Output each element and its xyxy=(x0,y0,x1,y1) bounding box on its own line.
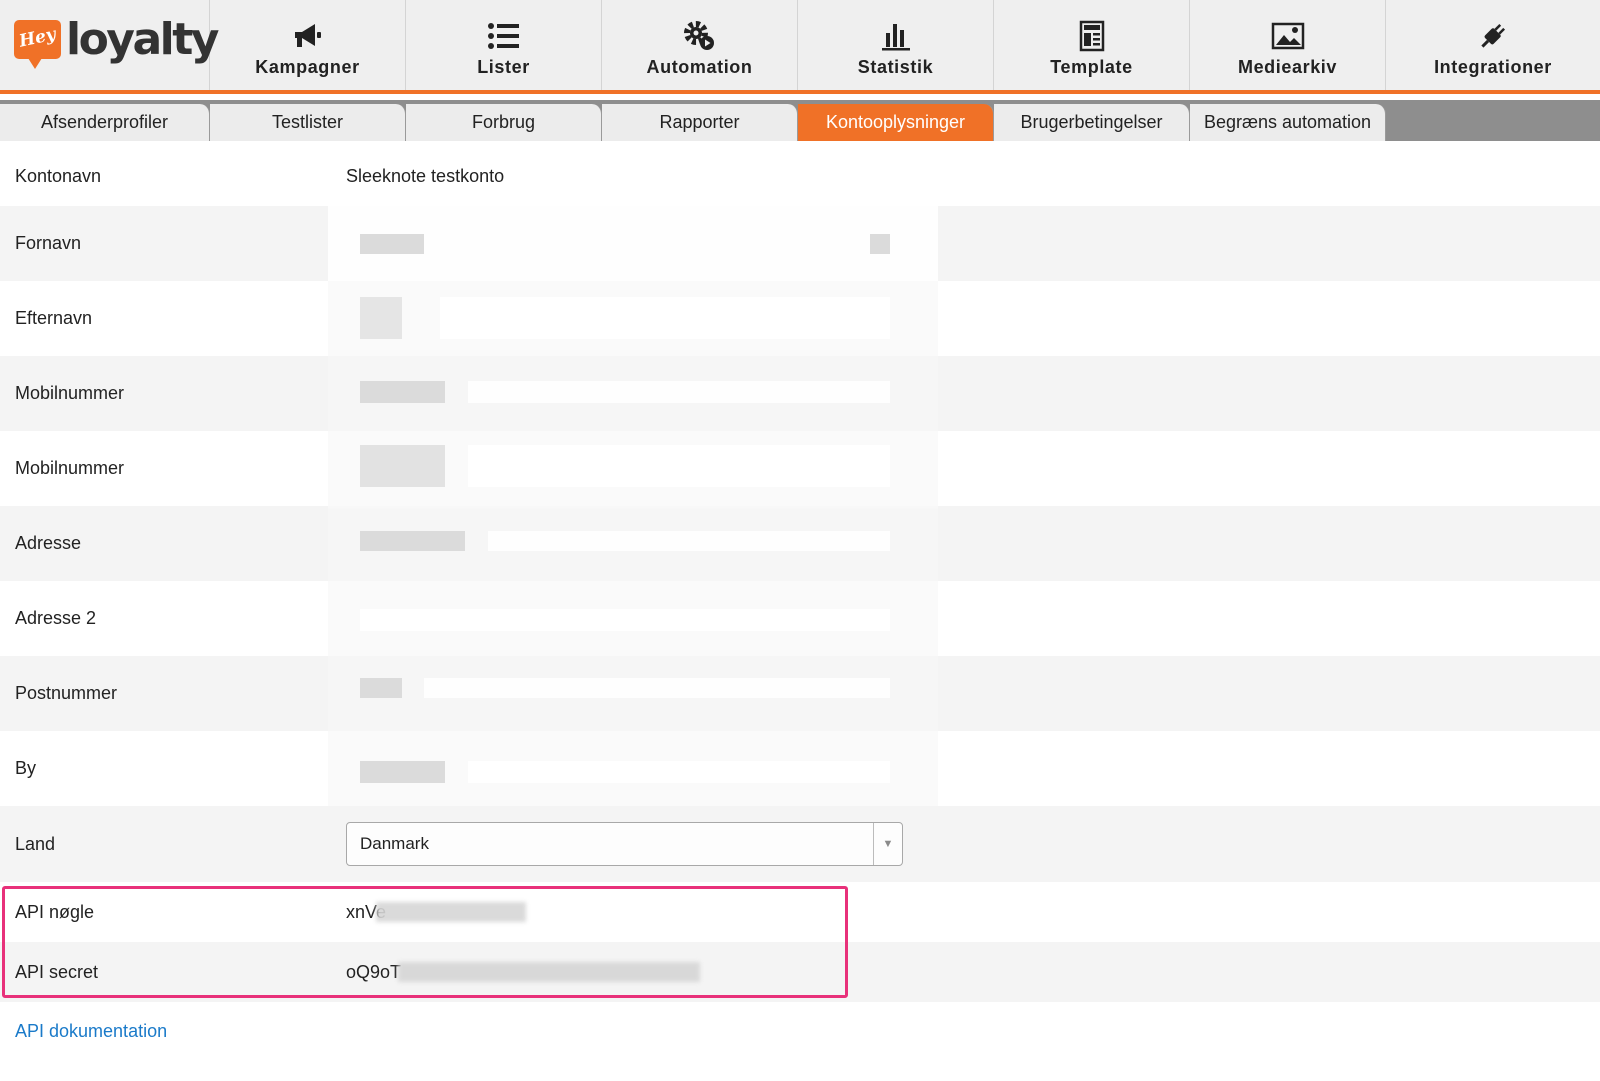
tab-kontooplysninger[interactable]: Kontooplysninger xyxy=(798,104,994,141)
mobilnummer-label: Mobilnummer xyxy=(15,383,125,403)
row-postnummer: Postnummer xyxy=(0,656,1600,731)
row-adresse-2: Adresse 2 xyxy=(0,581,1600,656)
tab-brugerbetingelser[interactable]: Brugerbetingelser xyxy=(994,104,1190,141)
mobilnummer-2-label: Mobilnummer xyxy=(15,458,125,478)
nav-statistik[interactable]: Statistik xyxy=(798,0,994,90)
fornavn-redacted xyxy=(328,206,938,281)
kontonavn-value: Sleeknote testkonto xyxy=(346,166,505,186)
adresse-redacted xyxy=(328,506,938,581)
api-key-redacted xyxy=(376,902,526,922)
land-select[interactable]: Danmark ▼ xyxy=(346,822,903,866)
api-documentation-link[interactable]: API dokumentation xyxy=(15,1021,167,1042)
row-efternavn: Efternavn xyxy=(0,281,1600,356)
logo-badge: Hey xyxy=(14,20,61,69)
efternavn-label: Efternavn xyxy=(15,308,93,328)
nav-lister[interactable]: Lister xyxy=(406,0,602,90)
postnummer-label: Postnummer xyxy=(15,683,118,703)
image-icon xyxy=(1271,20,1305,52)
template-icon xyxy=(1079,20,1105,52)
by-label: By xyxy=(15,758,37,778)
nav-integrationer[interactable]: Integrationer xyxy=(1386,0,1600,90)
top-navigation: Hey loyalty Kampagner Lister Automation … xyxy=(0,0,1600,90)
fornavn-label: Fornavn xyxy=(15,233,82,253)
tab-rapporter[interactable]: Rapporter xyxy=(602,104,798,141)
mobilnummer-2-redacted xyxy=(328,431,938,506)
megaphone-icon xyxy=(291,20,325,52)
mobilnummer-redacted xyxy=(328,356,938,431)
row-api-secret: API secret oQ9oT xyxy=(0,942,1600,1002)
adresse-2-redacted xyxy=(328,581,938,656)
nav-mediearkiv[interactable]: Mediearkiv xyxy=(1190,0,1386,90)
api-key-label: API nøgle xyxy=(15,902,95,922)
chevron-down-icon: ▼ xyxy=(873,823,902,865)
tab-forbrug[interactable]: Forbrug xyxy=(406,104,602,141)
land-label: Land xyxy=(15,834,56,854)
list-icon xyxy=(487,20,521,52)
postnummer-redacted xyxy=(328,656,938,731)
nav-kampagner[interactable]: Kampagner xyxy=(210,0,406,90)
logo[interactable]: Hey loyalty xyxy=(0,0,219,90)
api-secret-value: oQ9oT xyxy=(346,962,402,982)
nav-automation[interactable]: Automation xyxy=(602,0,798,90)
row-api-key: API nøgle xnVe xyxy=(0,882,1600,942)
row-fornavn: Fornavn xyxy=(0,206,1600,281)
tab-afsenderprofiler[interactable]: Afsenderprofiler xyxy=(0,104,210,141)
by-redacted xyxy=(328,731,938,806)
row-by: By xyxy=(0,731,1600,806)
plug-icon xyxy=(1477,20,1509,52)
row-mobilnummer: Mobilnummer xyxy=(0,356,1600,431)
efternavn-redacted xyxy=(328,281,938,356)
logo-wordmark: loyalty xyxy=(66,14,219,65)
kontonavn-label: Kontonavn xyxy=(15,166,102,186)
gear-play-icon xyxy=(683,20,717,52)
nav-template[interactable]: Template xyxy=(994,0,1190,90)
adresse-2-label: Adresse 2 xyxy=(15,608,97,628)
bar-chart-icon xyxy=(881,20,911,52)
adresse-label: Adresse xyxy=(15,533,82,553)
row-adresse: Adresse xyxy=(0,506,1600,581)
tab-testlister[interactable]: Testlister xyxy=(210,104,406,141)
api-secret-redacted xyxy=(398,962,700,982)
tab-begraens-automation[interactable]: Begræns automation xyxy=(1190,104,1386,141)
land-select-value: Danmark xyxy=(360,834,429,853)
row-mobilnummer-2: Mobilnummer xyxy=(0,431,1600,506)
row-kontonavn: Kontonavn Sleeknote testkonto xyxy=(0,150,1600,206)
api-secret-label: API secret xyxy=(15,962,99,982)
nav-accent-line xyxy=(0,90,1600,94)
